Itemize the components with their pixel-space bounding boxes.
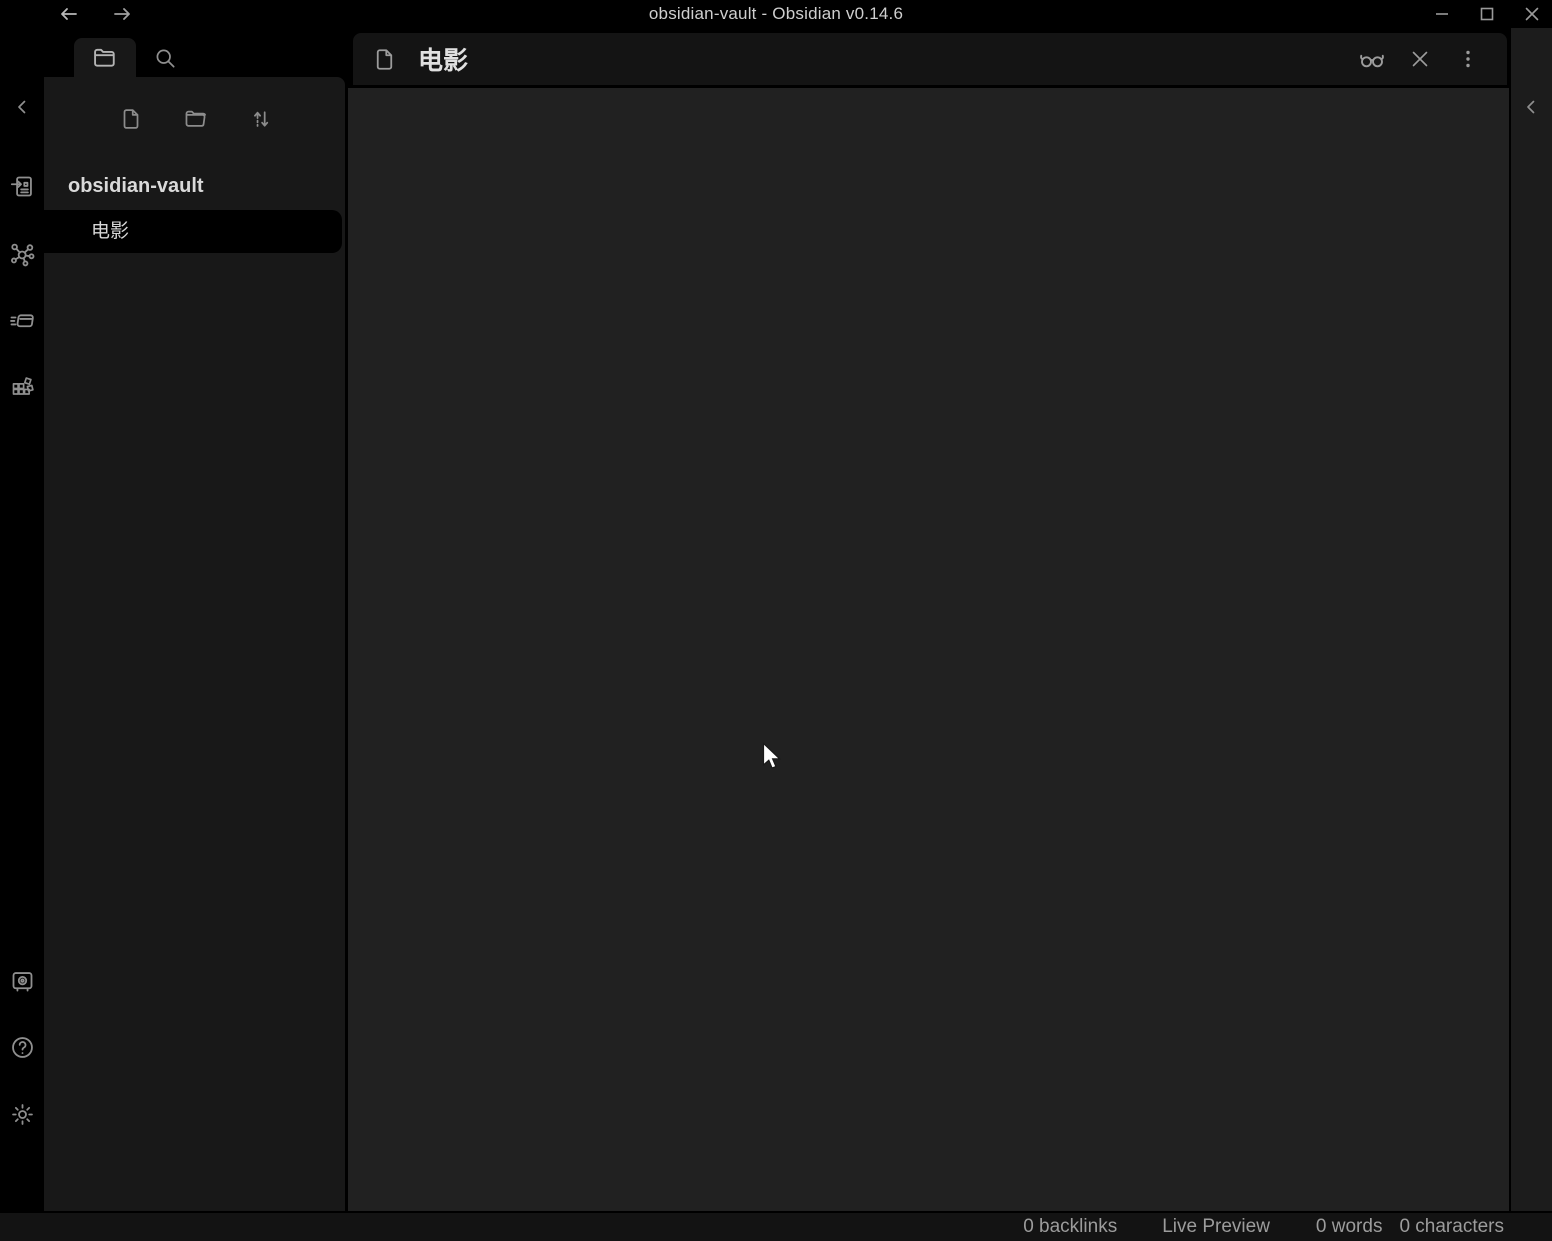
status-backlinks: 0 backlinks: [1023, 1216, 1117, 1238]
titlebar: obsidian-vault - Obsidian v0.14.6: [0, 0, 1552, 28]
close-tab-icon[interactable]: [1402, 41, 1438, 77]
maximize-icon[interactable]: [1473, 0, 1501, 28]
right-sidebar-strip: [1511, 28, 1552, 1211]
new-folder-icon[interactable]: [183, 106, 209, 132]
card-motion-icon[interactable]: [4, 302, 40, 338]
graph-view-icon[interactable]: [4, 236, 40, 272]
sidebar-tab-strip: [44, 28, 345, 77]
forward-arrow-icon[interactable]: [107, 0, 137, 28]
settings-gear-icon[interactable]: [4, 1096, 40, 1132]
quick-switcher-icon[interactable]: [4, 168, 40, 204]
app-body: obsidian-vault 电影 电影: [0, 28, 1552, 1211]
more-options-icon[interactable]: [1450, 41, 1486, 77]
editor-header: 电影: [353, 33, 1507, 85]
editor-content[interactable]: [348, 88, 1509, 1211]
mouse-cursor: [762, 742, 784, 773]
close-window-icon[interactable]: [1518, 0, 1546, 28]
sort-order-icon[interactable]: [248, 106, 274, 132]
explorer-actions: [118, 106, 274, 132]
editor-pane: 电影: [348, 28, 1509, 1211]
search-icon: [152, 45, 178, 71]
back-arrow-icon[interactable]: [54, 0, 84, 28]
window-controls: [1428, 0, 1546, 28]
window-title: obsidian-vault - Obsidian v0.14.6: [0, 4, 1552, 24]
status-character-count: 0 characters: [1399, 1216, 1504, 1238]
obsidian-window: obsidian-vault - Obsidian v0.14.6: [0, 0, 1552, 1241]
minimize-icon[interactable]: [1428, 0, 1456, 28]
tab-search[interactable]: [140, 38, 190, 77]
left-sidebar: obsidian-vault 电影: [44, 28, 345, 1211]
file-item-selected[interactable]: 电影: [44, 210, 342, 253]
folder-icon: [91, 44, 119, 72]
status-bar: 0 backlinks Live Preview 0 words 0 chara…: [0, 1211, 1552, 1241]
view-actions: [1354, 41, 1486, 77]
new-note-icon[interactable]: [118, 106, 144, 132]
file-explorer-panel: obsidian-vault 电影: [44, 77, 345, 1211]
open-vault-icon[interactable]: [4, 963, 40, 999]
collapse-left-sidebar-icon[interactable]: [4, 89, 40, 125]
grid-blocks-icon[interactable]: [4, 369, 40, 405]
expand-right-sidebar-icon[interactable]: [1513, 89, 1549, 125]
document-icon: [371, 46, 398, 73]
vault-title[interactable]: obsidian-vault: [44, 168, 345, 205]
note-title: 电影: [418, 41, 468, 77]
help-icon[interactable]: [4, 1029, 40, 1065]
status-word-count: 0 words: [1316, 1216, 1383, 1238]
status-editor-mode: Live Preview: [1162, 1216, 1270, 1238]
reading-mode-icon[interactable]: [1354, 41, 1390, 77]
tab-file-explorer[interactable]: [74, 38, 136, 77]
left-ribbon: [0, 28, 44, 1211]
